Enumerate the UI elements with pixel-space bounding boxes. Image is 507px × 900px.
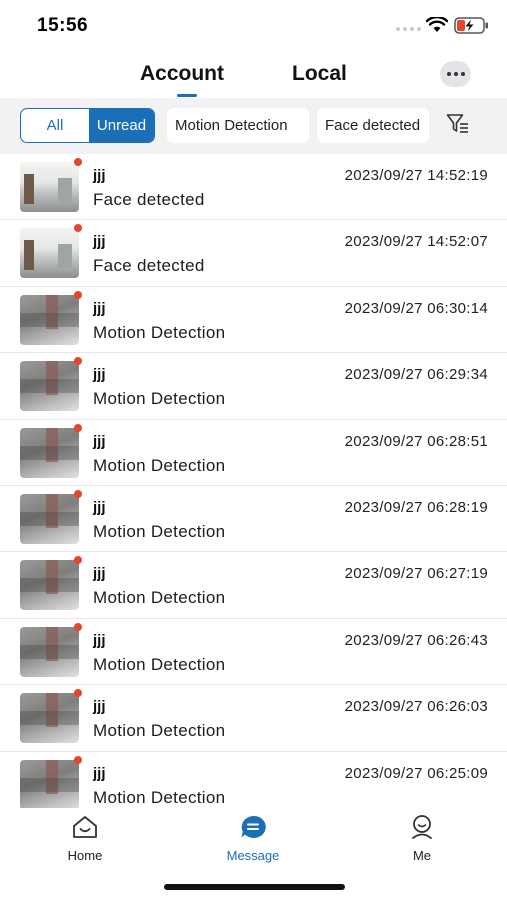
message-row[interactable]: jjj 2023/09/27 06:26:43 Motion Detection	[0, 619, 507, 686]
snapshot-thumbnail	[20, 626, 79, 677]
message-timestamp: 2023/09/27 06:25:09	[344, 764, 488, 782]
snapshot-thumbnail	[20, 228, 79, 279]
unread-dot	[74, 755, 82, 764]
event-type: Motion Detection	[93, 521, 226, 541]
tabbar-label-home: Home	[67, 848, 103, 863]
message-row[interactable]: jjj 2023/09/27 14:52:19 Face detected	[0, 154, 507, 221]
tabbar-label-message: Message	[226, 848, 280, 863]
event-type: Motion Detection	[93, 322, 226, 342]
message-timestamp: 2023/09/27 06:26:43	[344, 631, 488, 649]
event-type: Face detected	[93, 256, 205, 276]
battery-charging-icon	[454, 17, 488, 34]
header-tabs: Account Local	[0, 52, 507, 98]
message-timestamp: 2023/09/27 06:28:19	[344, 498, 488, 516]
event-type: Motion Detection	[93, 654, 226, 674]
message-row[interactable]: jjj 2023/09/27 06:30:14 Motion Detection	[0, 287, 507, 354]
unread-dot	[74, 224, 82, 233]
message-list: jjj 2023/09/27 14:52:19 Face detected jj…	[0, 154, 507, 808]
cellular-signal-icon	[396, 27, 421, 31]
unread-dot	[74, 556, 82, 565]
message-row[interactable]: jjj 2023/09/27 06:26:03 Motion Detection	[0, 685, 507, 752]
tabbar-item-message[interactable]: Message	[203, 814, 303, 863]
home-icon	[73, 816, 97, 838]
device-name: jjj	[93, 366, 106, 384]
device-name: jjj	[93, 167, 106, 184]
wifi-icon	[426, 17, 448, 32]
device-name: jjj	[93, 432, 106, 450]
message-row[interactable]: jjj 2023/09/27 06:29:34 Motion Detection	[0, 353, 507, 420]
unread-dot	[74, 689, 82, 698]
event-type: Motion Detection	[93, 787, 226, 807]
segment-unread[interactable]: Unread	[89, 109, 154, 142]
tabbar-item-home[interactable]: Home	[35, 814, 135, 863]
device-name: jjj	[93, 565, 106, 583]
message-row[interactable]: jjj 2023/09/27 06:28:19 Motion Detection	[0, 486, 507, 553]
event-type: Face detected	[93, 190, 205, 209]
status-bar: 15:56	[0, 0, 507, 52]
event-type: Motion Detection	[93, 455, 226, 475]
message-timestamp: 2023/09/27 06:27:19	[344, 565, 488, 583]
message-row[interactable]: jjj 2023/09/27 06:28:51 Motion Detection	[0, 420, 507, 486]
device-name: jjj	[93, 698, 106, 716]
snapshot-thumbnail	[20, 493, 79, 544]
event-type: Motion Detection	[93, 721, 226, 741]
message-timestamp: 2023/09/27 06:30:14	[344, 299, 488, 317]
device-name: jjj	[93, 233, 106, 251]
message-row[interactable]: jjj 2023/09/27 06:25:09 Motion Detection	[0, 752, 507, 808]
active-tab-indicator	[177, 94, 197, 97]
event-type: Motion Detection	[93, 588, 226, 608]
unread-dot	[74, 158, 82, 166]
filter-list-icon[interactable]	[446, 113, 470, 135]
message-timestamp: 2023/09/27 14:52:07	[344, 233, 488, 251]
tabbar-item-me[interactable]: Me	[372, 814, 472, 863]
snapshot-thumbnail	[20, 162, 79, 212]
message-timestamp: 2023/09/27 06:26:03	[344, 698, 488, 716]
unread-dot	[74, 423, 82, 432]
message-icon	[241, 815, 266, 838]
device-name: jjj	[93, 631, 106, 649]
filter-chip-motion-detection[interactable]: Motion Detection	[167, 108, 309, 143]
device-name: jjj	[93, 764, 106, 782]
tab-account[interactable]: Account	[140, 62, 224, 86]
message-timestamp: 2023/09/27 06:29:34	[344, 366, 488, 384]
event-type: Motion Detection	[93, 389, 226, 409]
message-row[interactable]: jjj 2023/09/27 06:27:19 Motion Detection	[0, 552, 507, 619]
message-row[interactable]: jjj 2023/09/27 14:52:07 Face detected	[0, 220, 507, 287]
snapshot-thumbnail	[20, 560, 79, 611]
message-timestamp: 2023/09/27 06:28:51	[344, 432, 488, 450]
snapshot-thumbnail	[20, 427, 79, 478]
unread-dot	[74, 622, 82, 631]
tabbar-label-me: Me	[412, 848, 432, 863]
ellipsis-icon	[446, 72, 451, 76]
unread-dot	[74, 357, 82, 366]
message-timestamp: 2023/09/27 14:52:19	[344, 167, 488, 184]
device-name: jjj	[93, 498, 106, 516]
status-time: 15:56	[37, 15, 89, 36]
tab-local[interactable]: Local	[292, 62, 347, 86]
read-state-segmented-control: All Unread	[20, 108, 155, 143]
snapshot-thumbnail	[20, 294, 79, 345]
unread-dot	[74, 290, 82, 299]
more-options-button[interactable]	[440, 61, 471, 87]
snapshot-thumbnail	[20, 759, 79, 808]
unread-dot	[74, 489, 82, 498]
snapshot-thumbnail	[20, 361, 79, 412]
home-indicator	[164, 884, 345, 890]
profile-icon	[412, 815, 432, 839]
snapshot-thumbnail	[20, 693, 79, 744]
segment-all[interactable]: All	[21, 109, 89, 142]
filter-bar: All Unread Motion Detection Face detecte…	[0, 98, 507, 154]
filter-chip-face-detected[interactable]: Face detected	[317, 108, 429, 143]
device-name: jjj	[93, 299, 106, 317]
